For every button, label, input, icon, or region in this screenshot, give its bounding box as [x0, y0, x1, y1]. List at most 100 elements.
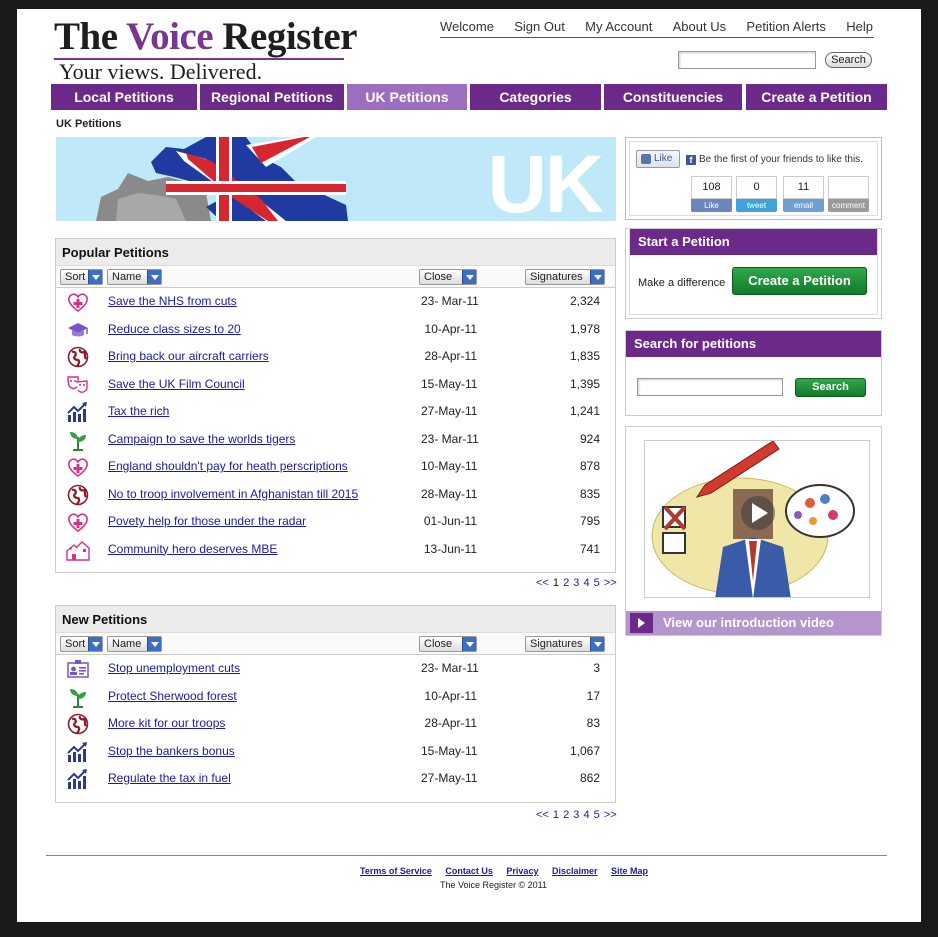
facebook-like-button[interactable]: Like: [636, 150, 680, 168]
tab-create-a-petition[interactable]: Create a Petition: [746, 84, 887, 110]
petition-close-date: 28-Apr-11: [424, 349, 477, 363]
pager-next[interactable]: >>: [604, 809, 617, 821]
petition-link[interactable]: Reduce class sizes to 20: [108, 322, 241, 336]
pager-page-3[interactable]: 3: [573, 577, 579, 589]
petition-row: Stop unemployment cuts 23- Mar-11 3: [56, 655, 615, 683]
pager-page-1[interactable]: 1: [553, 809, 559, 821]
pager-page-3[interactable]: 3: [573, 809, 579, 821]
panel-title: New Petitions: [56, 606, 615, 633]
petition-link[interactable]: Community hero deserves MBE: [108, 542, 277, 556]
tweet-counter[interactable]: 0 tweet: [736, 176, 777, 213]
petition-row: More kit for our troops 28-Apr-11 83: [56, 710, 615, 738]
email-counter[interactable]: 11 email: [783, 176, 824, 213]
theatre-masks-icon: [66, 374, 90, 396]
petition-link[interactable]: Protect Sherwood forest: [108, 689, 237, 703]
intro-video-box: View our introduction video: [625, 426, 882, 636]
petition-close-date: 15-May-11: [421, 743, 478, 758]
houses-icon: [66, 539, 90, 561]
petition-link[interactable]: Stop the bankers bonus: [108, 744, 235, 758]
breadcrumb: UK Petitions: [56, 118, 122, 130]
topnav-about-us[interactable]: About Us: [673, 19, 726, 34]
thumbs-up-icon: [641, 154, 651, 164]
name-dropdown[interactable]: Name: [107, 269, 162, 285]
petition-close-date: 15-May-11: [421, 376, 478, 391]
petition-link[interactable]: Bring back our aircraft carriers: [108, 349, 269, 363]
petition-row: Campaign to save the worlds tigers 23- Ma…: [56, 426, 615, 454]
close-dropdown[interactable]: Close: [419, 269, 477, 285]
top-navigation: Welcome Sign Out My Account About Us Pet…: [440, 19, 873, 34]
pager-page-4[interactable]: 4: [583, 809, 589, 821]
topnav-welcome[interactable]: Welcome: [440, 19, 494, 34]
facebook-friends-text: f Be the first of your friends to like th…: [686, 154, 863, 165]
petition-row: No to troop involvement in Afghanistan t…: [56, 481, 615, 509]
id-card-icon: [66, 658, 90, 680]
petition-row: Stop the bankers bonus 15-May-11 1,067: [56, 738, 615, 766]
tab-constituencies[interactable]: Constituencies: [604, 84, 742, 110]
petition-close-date: 01-Jun-11: [423, 514, 477, 528]
petition-link[interactable]: Tax the rich: [108, 404, 169, 418]
footer-sitemap-link[interactable]: Site Map: [611, 866, 648, 876]
petition-row: Regulate the tax in fuel 27-May-11 862: [56, 765, 615, 793]
footer-disclaimer-link[interactable]: Disclaimer: [552, 866, 598, 876]
chevron-down-icon: [147, 637, 161, 651]
petition-link[interactable]: England shouldn't pay for heath perscrip…: [108, 459, 348, 473]
like-counter[interactable]: 108 Like: [691, 176, 732, 213]
petition-link[interactable]: No to troop involvement in Afghanistan t…: [108, 487, 358, 501]
topnav-my-account[interactable]: My Account: [585, 19, 652, 34]
create-petition-button[interactable]: Create a Petition: [732, 267, 867, 295]
pager-page-5[interactable]: 5: [594, 577, 600, 589]
popular-petitions-panel: Popular Petitions Sort Name Close Signat…: [55, 238, 616, 573]
pager-page-2[interactable]: 2: [563, 809, 569, 821]
petition-link[interactable]: Campaign to save the worlds tigers: [108, 432, 295, 446]
intro-video-link[interactable]: View our introduction video: [626, 611, 881, 635]
petition-link[interactable]: Stop unemployment cuts: [108, 661, 240, 675]
petition-link[interactable]: Regulate the tax in fuel: [108, 771, 231, 785]
petition-signatures: 1,835: [569, 349, 600, 363]
search-petitions-title: Search for petitions: [626, 331, 881, 357]
tab-regional-petitions[interactable]: Regional Petitions: [200, 84, 344, 110]
signatures-dropdown[interactable]: Signatures: [525, 636, 605, 652]
petition-link[interactable]: Save the NHS from cuts: [108, 294, 237, 308]
footer-privacy-link[interactable]: Privacy: [506, 866, 538, 876]
video-illustration: [651, 441, 855, 597]
new-petitions-list: Stop unemployment cuts 23- Mar-11 3 Protect…: [56, 655, 615, 793]
header-search-input[interactable]: [678, 51, 816, 69]
petition-search-input[interactable]: [637, 378, 783, 396]
pager-prev[interactable]: <<: [536, 577, 549, 589]
header-search-button[interactable]: Search: [825, 52, 872, 68]
chevron-down-icon: [88, 270, 102, 284]
topnav-help[interactable]: Help: [846, 19, 873, 34]
petition-row: Bring back our aircraft carriers 28-Apr-1…: [56, 343, 615, 371]
petition-close-date: 10-Apr-11: [424, 688, 477, 703]
logo-title: The Voice Register: [54, 15, 357, 58]
footer-terms-link[interactable]: Terms of Service: [360, 866, 432, 876]
pager-page-4[interactable]: 4: [583, 577, 589, 589]
site-logo[interactable]: The Voice Register Your views. Delivered…: [54, 17, 357, 84]
petition-search-button[interactable]: Search: [795, 378, 866, 397]
footer-contact-link[interactable]: Contact Us: [445, 866, 493, 876]
close-dropdown[interactable]: Close: [419, 636, 477, 652]
tab-uk-petitions[interactable]: UK Petitions: [347, 84, 467, 110]
video-thumbnail[interactable]: [644, 440, 870, 598]
tab-local-petitions[interactable]: Local Petitions: [51, 84, 197, 110]
petition-close-date: 27-May-11: [421, 771, 478, 785]
petition-link[interactable]: Save the UK Film Council: [108, 377, 245, 391]
pager-page-1[interactable]: 1: [553, 577, 559, 589]
sort-dropdown[interactable]: Sort: [60, 636, 103, 652]
health-heart-icon: [66, 291, 90, 313]
footer-divider: [46, 855, 887, 856]
pager-page-5[interactable]: 5: [594, 809, 600, 821]
topnav-petition-alerts[interactable]: Petition Alerts: [746, 19, 826, 34]
sort-dropdown[interactable]: Sort: [60, 269, 103, 285]
petition-link[interactable]: Povety help for those under the radar: [108, 514, 306, 528]
pager-next[interactable]: >>: [604, 577, 617, 589]
tab-categories[interactable]: Categories: [470, 84, 601, 110]
signatures-dropdown[interactable]: Signatures: [525, 269, 605, 285]
petition-link[interactable]: More kit for our troops: [108, 716, 225, 730]
pager-prev[interactable]: <<: [536, 809, 549, 821]
name-dropdown[interactable]: Name: [107, 636, 162, 652]
topnav-sign-out[interactable]: Sign Out: [514, 19, 565, 34]
rising-chart-icon: [66, 401, 90, 423]
comment-counter[interactable]: comment: [828, 176, 869, 213]
pager-page-2[interactable]: 2: [563, 577, 569, 589]
